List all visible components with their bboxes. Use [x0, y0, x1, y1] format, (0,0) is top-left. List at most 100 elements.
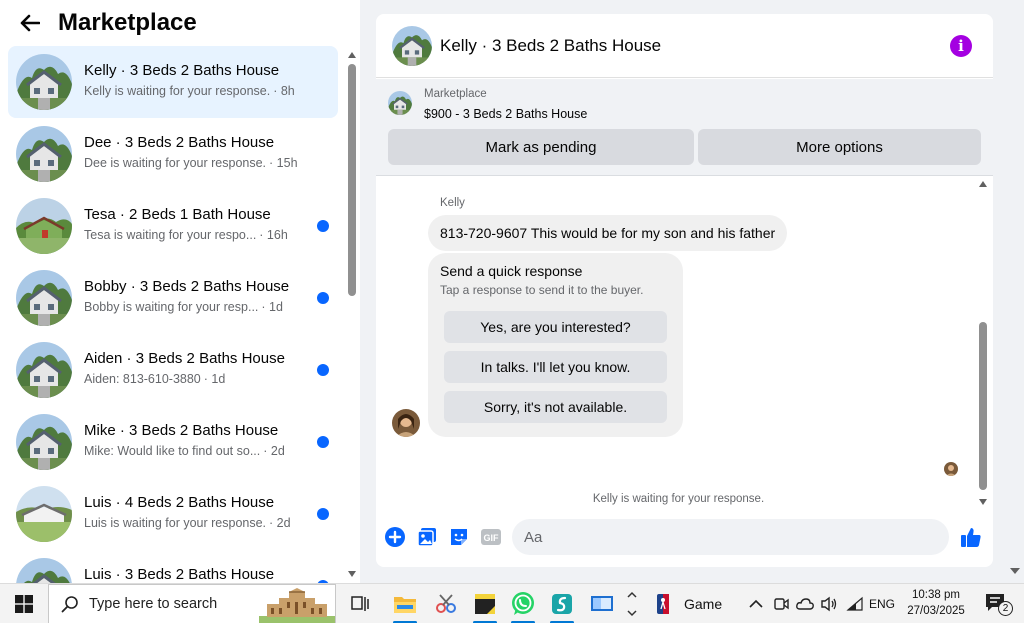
conversation-snippet: Aiden: 813-610-3880 — [84, 372, 201, 386]
search-icon — [61, 596, 78, 613]
file-explorer-icon[interactable] — [389, 584, 421, 623]
conversation-time: · 2d — [263, 444, 285, 458]
messages-scrollbar[interactable] — [977, 179, 989, 507]
task-view-icon[interactable] — [344, 584, 376, 623]
conversation-avatar — [16, 126, 72, 182]
clock-date: 27/03/2025 — [907, 605, 965, 617]
conversation-name: Dee · 3 Beds 2 Baths House — [84, 134, 275, 151]
conversation-time: · 1d — [261, 300, 283, 314]
windows-taskbar: Type here to search Game ENG 10:38 pm 27… — [0, 583, 1024, 623]
sidebar-title: Marketplace — [58, 9, 197, 36]
language-label: ENG — [868, 597, 895, 611]
message-bubble[interactable]: 813-720-9607 This would be for my son an… — [428, 215, 788, 251]
chat-title[interactable]: Kelly · 3 Beds 2 Baths House — [440, 36, 661, 56]
language-indicator[interactable]: ENG — [866, 584, 898, 623]
quick-response-button[interactable]: Sorry, it's not available. — [444, 391, 667, 423]
show-hidden-icons-icon[interactable] — [746, 584, 766, 623]
conversation-item[interactable]: Dee · 3 Beds 2 Baths House Dee is waiting… — [8, 118, 338, 190]
scrollbar-thumb[interactable] — [348, 64, 356, 296]
taskbar-search[interactable]: Type here to search — [48, 584, 336, 623]
conversation-preview: Dee is waiting for your response. · 15h — [84, 156, 298, 170]
conversation-item[interactable]: Aiden · 3 Beds 2 Baths House Aiden: 813-6… — [8, 334, 338, 406]
back-arrow-icon[interactable] — [20, 10, 46, 36]
sender-name: Kelly — [440, 197, 465, 209]
system-clock[interactable]: 10:38 pm 27/03/2025 — [900, 587, 972, 619]
whatsapp-icon[interactable] — [507, 584, 539, 623]
thumbs-up-icon[interactable] — [960, 526, 982, 548]
wifi-icon[interactable] — [844, 584, 866, 623]
info-icon[interactable]: i — [950, 35, 972, 57]
conversation-name: Mike · 3 Beds 2 Baths House — [84, 422, 279, 439]
unread-dot-icon — [317, 364, 329, 376]
listing-price[interactable]: $900 - 3 Beds 2 Baths House — [424, 107, 587, 121]
message-input-container — [512, 519, 949, 555]
weather-widget[interactable]: Game — [656, 584, 736, 623]
listing-thumbnail[interactable] — [388, 91, 412, 115]
conversation-item[interactable]: Kelly · 3 Beds 2 Baths House Kelly is wai… — [8, 46, 338, 118]
scroll-down-arrow-icon[interactable] — [348, 571, 356, 577]
sender-avatar[interactable] — [392, 409, 420, 437]
taskbar-scroll-icon[interactable] — [624, 584, 640, 623]
svg-text:GIF: GIF — [484, 533, 500, 543]
sticker-icon[interactable] — [448, 526, 470, 548]
conversation-preview: Aiden: 813-610-3880 · 1d — [84, 372, 225, 386]
onedrive-cloud-icon[interactable] — [794, 584, 816, 623]
conversation-time: · 1d — [203, 372, 226, 386]
sidebar-scrollbar[interactable] — [345, 46, 359, 581]
conversation-sidebar: Marketplace Kelly · 3 Beds 2 Baths House… — [0, 0, 360, 583]
conversation-avatar — [16, 270, 72, 326]
volume-icon[interactable] — [818, 584, 840, 623]
unread-dot-icon — [317, 436, 329, 448]
plus-circle-icon[interactable] — [384, 526, 406, 548]
conversation-preview: Luis is waiting for your response. · 2d — [84, 516, 291, 530]
waiting-status: Kelly is waiting for your response. — [592, 493, 765, 505]
message-thread: Kelly 813-720-9607 This would be for my … — [376, 177, 993, 507]
scroll-down-arrow-icon[interactable] — [979, 499, 987, 505]
conversation-snippet: Luis is waiting for your response. — [84, 516, 267, 530]
more-options-button[interactable]: More options — [698, 129, 981, 165]
conversation-avatar — [16, 486, 72, 542]
meet-now-icon[interactable] — [770, 584, 792, 623]
conversation-name: Kelly · 3 Beds 2 Baths House — [84, 62, 280, 79]
sticky-notes-icon[interactable] — [469, 584, 501, 623]
scroll-up-arrow-icon[interactable] — [348, 52, 356, 58]
quick-response-button[interactable]: Yes, are you interested? — [444, 311, 667, 343]
conversation-avatar — [16, 198, 72, 254]
mark-as-pending-button[interactable]: Mark as pending — [388, 129, 694, 165]
conversation-item[interactable]: Bobby · 3 Beds 2 Baths House Bobby is wai… — [8, 262, 338, 334]
conversation-avatar — [16, 342, 72, 398]
conversation-avatar — [16, 414, 72, 470]
conversation-item[interactable]: Luis · 4 Beds 2 Baths House Luis is waiti… — [8, 478, 338, 550]
conversation-avatar — [16, 54, 72, 110]
photo-icon[interactable] — [416, 526, 438, 548]
notification-badge: 2 — [998, 601, 1013, 616]
conversation-preview: Kelly is waiting for your response. · 8h — [84, 84, 295, 98]
conversation-name: Tesa · 2 Beds 1 Bath House — [84, 206, 271, 223]
conversation-item[interactable]: Luis · 3 Beds 2 Baths House — [8, 550, 338, 583]
search-placeholder: Type here to search — [89, 596, 218, 612]
quick-response-title: Send a quick response — [440, 263, 583, 279]
unread-dot-icon — [317, 508, 329, 520]
scroll-up-arrow-icon[interactable] — [979, 181, 987, 187]
sidebar-header: Marketplace — [0, 0, 360, 46]
windows-start-icon[interactable] — [4, 584, 44, 623]
surfshark-icon[interactable] — [546, 584, 578, 623]
page-scroll-down-arrow-icon[interactable] — [1010, 568, 1020, 574]
snipping-tool-icon[interactable] — [430, 584, 462, 623]
seen-indicator-avatar — [944, 462, 958, 476]
conversation-item[interactable]: Mike · 3 Beds 2 Baths House Mike: Would l… — [8, 406, 338, 478]
conversation-time: · 2d — [269, 516, 291, 530]
gif-icon[interactable]: GIF — [480, 526, 502, 548]
remote-desktop-icon[interactable] — [586, 584, 618, 623]
listing-banner: Marketplace $900 - 3 Beds 2 Baths House … — [376, 79, 993, 176]
message-input[interactable] — [524, 519, 904, 555]
search-highlight-illustration — [259, 588, 335, 623]
notification-center-icon[interactable]: 2 — [980, 584, 1016, 623]
conversation-avatar — [16, 558, 72, 583]
scrollbar-thumb[interactable] — [979, 322, 987, 490]
quick-response-button[interactable]: In talks. I'll let you know. — [444, 351, 667, 383]
chat-avatar[interactable] — [392, 26, 432, 66]
conversation-item[interactable]: Tesa · 2 Beds 1 Bath House Tesa is waitin… — [8, 190, 338, 262]
conversation-snippet: Tesa is waiting for your respo... — [84, 228, 257, 242]
conversation-preview: Mike: Would like to find out so... · 2d — [84, 444, 285, 458]
